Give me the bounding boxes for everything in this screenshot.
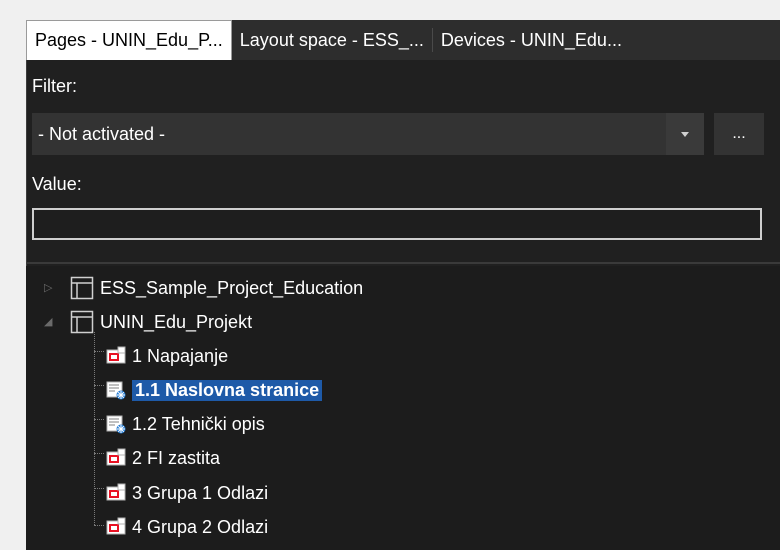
filter-dropdown[interactable]: - Not activated - [32,113,704,155]
collapse-arrow-icon[interactable]: ◢ [44,315,52,328]
tab-layout-space[interactable]: Layout space - ESS_... [232,20,432,60]
tree-item-label: ESS_Sample_Project_Education [100,277,364,298]
schematic-page-icon [106,448,126,466]
tree-connector-line [94,332,95,525]
tree-connector-line [94,525,104,526]
title-page-icon [106,381,126,400]
tab-bar: Pages - UNIN_Edu_P... Layout space - ESS… [26,20,780,60]
tree-connector-line [94,488,104,489]
filter-selected-value: - Not activated - [38,123,166,144]
chevron-down-icon [681,131,689,137]
tree-item-label: 4 Grupa 2 Odlazi [132,516,269,537]
project-icon [70,276,94,300]
tree-item-label: 1 Napajanje [132,345,229,366]
tree-item-page[interactable]: 1.2 Tehnički opis [106,410,265,438]
tree-item-label: UNIN_Edu_Projekt [100,311,253,332]
tree-connector-line [94,419,104,420]
tree-item-label: 1.2 Tehnički opis [132,413,265,434]
divider [26,262,780,264]
value-label: Value: [32,174,82,194]
dropdown-arrow-button[interactable] [666,113,704,155]
tree-item-label: 3 Grupa 1 Odlazi [132,482,269,503]
filter-more-button[interactable]: ... [714,113,764,155]
project-icon [70,310,94,334]
title-page-icon [106,415,126,434]
schematic-page-icon [106,346,126,364]
tree-item-page[interactable]: 1 Napajanje [106,342,228,370]
tab-devices[interactable]: Devices - UNIN_Edu... [433,20,630,60]
tree-item-project[interactable]: ESS_Sample_Project_Education [70,274,363,302]
schematic-page-icon [106,517,126,535]
tree-item-page[interactable]: 3 Grupa 1 Odlazi [106,479,268,507]
page-tree: ▷ ESS_Sample_Project_Education ◢ UNIN_Ed… [26,266,780,550]
tree-item-project[interactable]: UNIN_Edu_Projekt [70,308,252,336]
tree-connector-line [94,351,104,352]
tree-item-page-selected[interactable]: 1.1 Naslovna stranice [106,376,323,404]
tree-item-page[interactable]: 4 Grupa 2 Odlazi [106,513,268,541]
filter-label: Filter: [32,76,77,96]
tab-pages[interactable]: Pages - UNIN_Edu_P... [26,20,232,60]
tree-item-label: 2 FI zastita [132,447,221,468]
tree-item-label: 1.1 Naslovna stranice [132,379,323,401]
expand-arrow-icon[interactable]: ▷ [44,281,52,294]
tree-connector-line [94,385,104,386]
schematic-page-icon [106,483,126,501]
tree-connector-line [94,453,104,454]
value-input[interactable] [32,208,762,240]
tree-item-page[interactable]: 2 FI zastita [106,444,220,472]
